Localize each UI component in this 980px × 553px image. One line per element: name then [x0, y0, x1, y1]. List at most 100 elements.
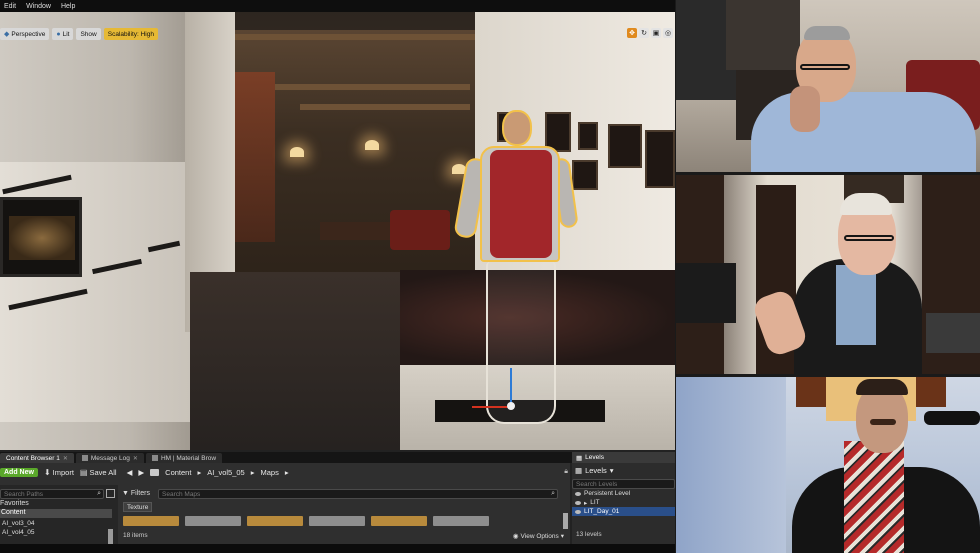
favorites-header[interactable]: Favorites — [0, 500, 29, 507]
unreal-editor-window: Edit Window Help ◆ Perspective ● Lit Sho… — [0, 0, 675, 553]
save-all-button[interactable]: ▤ Save All — [80, 468, 117, 477]
transform-gizmo-pivot[interactable] — [507, 402, 515, 410]
breadcrumb-content[interactable]: Content — [165, 468, 191, 477]
levels-dropdown-label: Levels — [585, 465, 607, 475]
perspective-button[interactable]: ◆ Perspective — [0, 28, 50, 40]
scalability-button[interactable]: Scalability: High — [103, 28, 158, 40]
asset-thumbnail[interactable] — [123, 516, 179, 526]
menu-help[interactable]: Help — [61, 3, 75, 10]
level-row-lit-day[interactable]: LIT_Day_01 — [572, 507, 675, 516]
video-participant-3[interactable] — [676, 377, 980, 553]
asset-thumbnail[interactable] — [371, 516, 427, 526]
menu-window[interactable]: Window — [26, 3, 51, 10]
list-item[interactable]: AI_vol3_04 — [2, 520, 35, 527]
search-levels-input[interactable]: Search Levels — [572, 479, 675, 489]
scale-tool-icon[interactable]: ▣ — [651, 28, 661, 38]
participant-hair — [856, 379, 908, 395]
close-icon[interactable]: ✕ — [63, 455, 68, 462]
screen: Edit Window Help ◆ Perspective ● Lit Sho… — [0, 0, 980, 553]
level-row-lit[interactable]: ▸ LIT — [572, 498, 675, 507]
participant-mustache — [870, 419, 896, 425]
forward-arrow-icon[interactable]: ▶ — [138, 468, 144, 477]
levels-header[interactable]: ▦ Levels ▾ — [572, 463, 675, 477]
character-vest — [490, 150, 552, 258]
sources-panel: Search Paths ⌕ Favorites Content AI_vol3… — [0, 485, 118, 553]
search-maps-input[interactable]: Search Maps ⌕ — [158, 489, 558, 499]
level-viewport[interactable]: ◆ Perspective ● Lit Show Scalability: Hi… — [0, 12, 675, 450]
level-name: LIT_Day_01 — [584, 508, 620, 515]
selected-character-actor[interactable] — [453, 110, 580, 432]
view-options-button[interactable]: ◉ View Options ▾ — [513, 532, 564, 541]
asset-thumbnail[interactable] — [309, 516, 365, 526]
tab-message-log[interactable]: Message Log ✕ — [75, 453, 144, 463]
breadcrumb: ◀ ▶ Content ▸ AI_vol5_05 ▸ Maps ▸ — [127, 468, 289, 477]
levels-panel: ▦ Levels ▦ Levels ▾ Search Levels Persis… — [572, 452, 675, 553]
viewport-brick-wall — [235, 72, 275, 242]
menu-edit[interactable]: Edit — [4, 3, 16, 10]
scrollbar[interactable] — [563, 513, 568, 529]
participant-scarf — [844, 441, 904, 553]
back-arrow-icon[interactable]: ◀ — [127, 468, 133, 477]
viewport-picture-frame — [578, 122, 598, 150]
content-folder[interactable]: Content — [0, 509, 112, 518]
tab-label: Levels — [585, 454, 604, 461]
eye-icon[interactable] — [575, 509, 581, 514]
viewport-toolbar: ◆ Perspective ● Lit Show Scalability: Hi… — [0, 28, 158, 40]
level-name: Persistent Level — [584, 490, 631, 497]
menu-bar: Edit Window Help — [0, 0, 675, 12]
view-toggle-icon[interactable] — [106, 489, 115, 498]
eye-icon[interactable] — [575, 491, 581, 496]
filters-button[interactable]: ▼ Filters — [122, 490, 150, 497]
chevron-down-icon: ▾ — [560, 533, 564, 540]
chevron-right-icon: ▸ — [197, 467, 202, 477]
levels-icon: ▦ — [576, 454, 583, 462]
rotate-tool-icon[interactable]: ↻ — [639, 28, 649, 38]
tab-label: HM | Material Brow — [160, 454, 217, 462]
tab-material-browser[interactable]: HM | Material Brow — [145, 453, 223, 463]
search-placeholder: Search Maps — [162, 490, 201, 498]
chevron-right-icon: ▸ — [250, 467, 255, 477]
video-participant-1[interactable] — [676, 0, 980, 172]
lock-icon[interactable]: 🔒︎ — [564, 468, 568, 476]
list-item[interactable]: AI_vol4_05 — [2, 529, 35, 536]
asset-thumbnail[interactable] — [185, 516, 241, 526]
participant-hair — [804, 26, 850, 40]
wall — [676, 377, 786, 553]
viewport-lamp — [365, 140, 379, 150]
lit-button[interactable]: ● Lit — [52, 28, 74, 40]
chevron-down-icon: ▾ — [609, 465, 614, 475]
search-paths-input[interactable]: Search Paths ⌕ — [0, 489, 104, 499]
viewport-lamp — [290, 147, 304, 157]
import-button[interactable]: ⬇ Import — [44, 468, 74, 477]
lit-label: Lit — [62, 30, 70, 38]
tab-content-browser[interactable]: Content Browser 1 ✕ — [0, 453, 74, 463]
show-button[interactable]: Show — [76, 28, 101, 40]
asset-thumbnail[interactable] — [433, 516, 489, 526]
breadcrumb-ai-vol5[interactable]: AI_vol5_05 — [207, 468, 245, 477]
search-placeholder: Search Paths — [4, 490, 44, 498]
transform-gizmo-x-axis[interactable] — [472, 406, 512, 408]
glasses — [844, 235, 894, 241]
add-new-button[interactable]: Add New — [0, 467, 38, 477]
chevron-right-icon: ▸ — [284, 467, 289, 477]
eye-icon[interactable] — [575, 500, 581, 505]
perspective-icon: ◆ — [4, 31, 10, 38]
office-chair — [676, 263, 736, 323]
breadcrumb-maps[interactable]: Maps — [261, 468, 279, 477]
viewport-picture-frame — [608, 124, 642, 168]
log-icon — [81, 455, 88, 461]
asset-view: ▼ Filters Search Maps ⌕ Texture 18 items… — [120, 485, 570, 553]
close-icon[interactable]: ✕ — [133, 455, 138, 462]
asset-thumbnail[interactable] — [247, 516, 303, 526]
level-row-persistent[interactable]: Persistent Level — [572, 489, 675, 498]
move-tool-icon[interactable]: ✥ — [627, 28, 637, 38]
tab-levels[interactable]: ▦ Levels — [572, 452, 675, 463]
filter-chip-texture[interactable]: Texture — [123, 502, 153, 512]
glasses — [800, 64, 850, 70]
item-count: 18 items — [123, 532, 148, 539]
video-participant-2[interactable] — [676, 175, 980, 374]
material-icon — [151, 455, 158, 461]
world-space-icon[interactable]: ◎ — [663, 28, 673, 38]
viewport-beam — [300, 104, 470, 110]
folder-icon — [150, 468, 160, 476]
